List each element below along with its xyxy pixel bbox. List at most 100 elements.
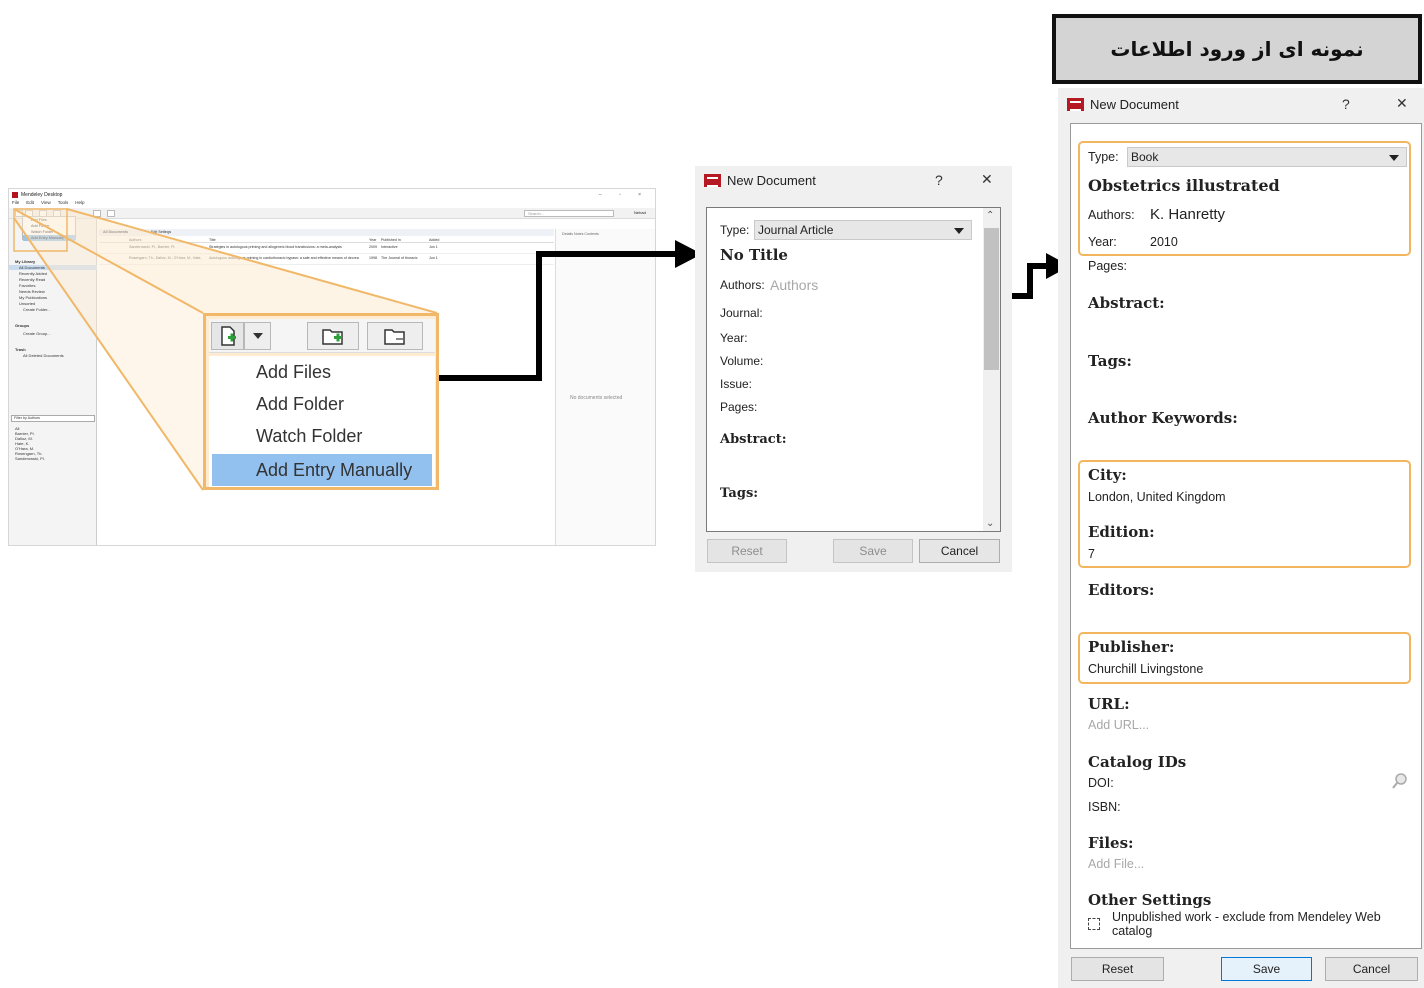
menu-item-add-files[interactable]: Add Files (209, 356, 431, 388)
publisher-field[interactable]: Churchill Livingstone (1088, 662, 1203, 676)
sidebar-item-unsorted[interactable]: Unsorted (19, 301, 35, 306)
isbn-label: ISBN: (1088, 800, 1121, 814)
document-title-field[interactable]: Obstetrics illustrated (1088, 176, 1280, 195)
help-icon[interactable]: ? (935, 172, 943, 188)
mini-toolbar: Search... Nehad (9, 208, 655, 219)
chevron-down-icon[interactable] (244, 322, 271, 350)
doi-lookup-search-icon[interactable] (1391, 772, 1409, 795)
col-added[interactable]: Added (429, 238, 439, 242)
doi-label: DOI: (1088, 776, 1114, 790)
remove-folder-icon[interactable] (367, 322, 423, 350)
year-field[interactable]: 2010 (1150, 235, 1178, 249)
sidebar-groups: Groups (15, 323, 30, 328)
mini-search-input[interactable]: Search... (524, 210, 614, 217)
close-icon[interactable]: ✕ (981, 171, 993, 188)
tab-edit-settings[interactable]: Edit Settings (151, 230, 171, 234)
sidebar-all-deleted[interactable]: All Deleted Documents (23, 353, 64, 358)
dialog-title: New Document (727, 173, 816, 188)
menu-help[interactable]: Help (75, 200, 84, 208)
col-authors[interactable]: Authors (129, 238, 141, 242)
doc-columns-header: Authors Title Year Published In Added (99, 236, 554, 243)
mini-settings-icon[interactable] (107, 210, 115, 217)
mini-window-controls[interactable]: – ▫ × (599, 192, 649, 198)
pages-label: Pages: (720, 400, 758, 414)
type-select[interactable]: Journal Article (754, 220, 972, 240)
other-settings-label: Other Settings (1088, 891, 1212, 909)
sidebar-item-needs-review[interactable]: Needs Review (19, 289, 45, 294)
sidebar-item-all-documents[interactable]: All Documents (9, 265, 97, 270)
menu-item-watch-folder[interactable]: Watch Folder (209, 420, 431, 452)
no-documents-selected: No documents selected (570, 395, 623, 401)
table-row[interactable]: Sanderowski, Pl., Barnier, Pl. Strategie… (99, 243, 554, 254)
sidebar-item-recently-read[interactable]: Recently Read (19, 277, 45, 282)
menu-edit[interactable]: Edit (26, 200, 34, 208)
sidebar-item-my-publications[interactable]: My Publications (19, 295, 47, 300)
filter-by-authors-select[interactable]: Filter by Authors (11, 415, 95, 422)
reset-button[interactable]: Reset (1071, 957, 1164, 981)
city-field[interactable]: London, United Kingdom (1088, 490, 1226, 504)
catalog-ids-label: Catalog IDs (1088, 753, 1187, 771)
add-dropdown-menu: Add Files Add Folder Watch Folder Add En… (209, 356, 435, 487)
row-authors: Rosengarn, Th., Dalloz, M., O'Hara, M., … (129, 256, 202, 260)
save-button[interactable]: Save (1221, 957, 1312, 981)
col-published-in[interactable]: Published In (381, 238, 401, 242)
sidebar-item-favorites[interactable]: Favorites (19, 283, 35, 288)
mini-user-name[interactable]: Nehad (634, 210, 646, 215)
help-icon[interactable]: ? (1342, 96, 1350, 112)
url-field[interactable]: Add URL... (1088, 718, 1149, 732)
menu-view[interactable]: View (41, 200, 51, 208)
type-select-value: Journal Article (758, 223, 834, 237)
menu-item-add-entry-manually[interactable]: Add Entry Manually (212, 454, 432, 486)
table-row[interactable]: Rosengarn, Th., Dalloz, M., O'Hara, M., … (99, 254, 554, 265)
row-published: Interactive (381, 245, 398, 249)
row-title: Autologous autologous priming in cardiot… (209, 256, 359, 260)
cancel-button[interactable]: Cancel (919, 539, 1000, 563)
col-title[interactable]: Title (209, 238, 216, 242)
mini-menu-add-entry-manually[interactable]: Add Entry Manually (23, 235, 75, 241)
chevron-down-icon[interactable]: ⌄ (986, 518, 994, 529)
close-icon[interactable]: ✕ (1396, 95, 1408, 112)
mendeley-logo-icon (1067, 98, 1084, 111)
details-tabs[interactable]: Details Notes Contents (562, 232, 599, 236)
files-label: Files: (1088, 834, 1134, 852)
menu-tools[interactable]: Tools (58, 200, 69, 208)
add-file-field[interactable]: Add File... (1088, 857, 1144, 871)
col-year[interactable]: Year (369, 238, 376, 242)
type-select-value: Book (1131, 150, 1159, 164)
row-added: Jun 1 (429, 256, 438, 260)
row-published: The Journal of thoracic (381, 256, 418, 260)
add-folder-icon[interactable] (307, 322, 359, 350)
city-label: City: (1088, 466, 1127, 484)
mini-add-menu: Add Files Add Folder Watch Folder Add En… (22, 216, 76, 241)
menu-item-add-folder[interactable]: Add Folder (209, 388, 431, 420)
dialog-title: New Document (1090, 97, 1179, 112)
sidebar-item-recently-added[interactable]: Recently Added (19, 271, 47, 276)
authors-field[interactable]: Authors (770, 277, 818, 293)
type-select[interactable]: Book (1127, 147, 1407, 167)
mini-window-title: Mendeley Desktop (21, 191, 63, 198)
sidebar-create-folder[interactable]: Create Folder... (23, 307, 51, 312)
mini-sidebar: My Library All Documents Recently Added … (9, 219, 97, 545)
form-scrollbar[interactable]: ⌃ ⌄ (983, 208, 1000, 531)
add-document-icon[interactable] (211, 322, 244, 350)
cancel-button[interactable]: Cancel (1325, 957, 1418, 981)
zoom-callout: Add Files Add Folder Watch Folder Add En… (203, 313, 439, 490)
authors-label: Authors: (720, 278, 765, 292)
sidebar-create-group[interactable]: Create Group... (23, 331, 51, 336)
scrollbar-thumb[interactable] (984, 228, 999, 370)
tab-all-documents[interactable]: All Documents (103, 230, 128, 234)
editors-label: Editors: (1088, 581, 1155, 599)
author-filter-item[interactable]: Sanderowski, Pl. (15, 456, 45, 461)
chevron-up-icon[interactable]: ⌃ (986, 210, 994, 221)
edition-field[interactable]: 7 (1088, 547, 1095, 561)
unpublished-checkbox[interactable] (1088, 918, 1100, 930)
reset-button[interactable]: Reset (707, 539, 787, 563)
mendeley-logo-icon (704, 174, 721, 187)
authors-field[interactable]: K. Hanretty (1150, 206, 1225, 223)
mini-title-bar: Mendeley Desktop – ▫ × (9, 189, 655, 200)
document-title-field[interactable]: No Title (720, 246, 788, 264)
save-button[interactable]: Save (833, 539, 913, 563)
menu-file[interactable]: File (12, 200, 19, 208)
publisher-label: Publisher: (1088, 638, 1175, 656)
mini-sync-icon[interactable] (93, 210, 101, 217)
